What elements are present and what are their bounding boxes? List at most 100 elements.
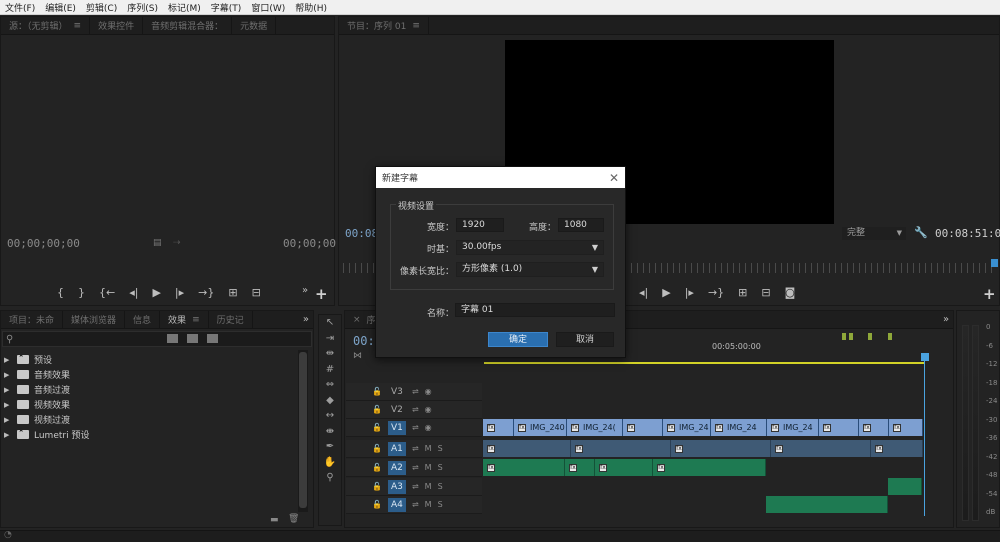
lock-icon[interactable]: 🔓 bbox=[372, 405, 382, 414]
slip-icon[interactable]: ↔ bbox=[319, 408, 341, 424]
playhead-marker-icon[interactable] bbox=[991, 259, 998, 267]
tab-metadata[interactable]: 元数据 bbox=[232, 17, 277, 34]
lock-icon[interactable]: 🔓 bbox=[372, 463, 382, 472]
mute-button[interactable]: M bbox=[425, 482, 432, 491]
close-icon[interactable]: × bbox=[353, 315, 361, 325]
eye-icon[interactable]: ◉ bbox=[425, 423, 432, 432]
solo-button[interactable]: S bbox=[438, 482, 443, 491]
video-clip[interactable]: fx bbox=[889, 419, 923, 436]
panel-menu-icon[interactable]: ≡ bbox=[192, 315, 200, 325]
play-icon[interactable]: ▶ bbox=[152, 286, 160, 299]
tab-effect-controls[interactable]: 效果控件 bbox=[90, 17, 144, 34]
tree-folder[interactable]: ▶ 视频过渡 bbox=[4, 412, 89, 427]
video-clip[interactable]: fx IMG_240 bbox=[514, 419, 567, 436]
camera-icon[interactable]: ◙ bbox=[785, 286, 796, 299]
tab-audio-clip-mixer[interactable]: 音频剪辑混合器： bbox=[143, 17, 233, 34]
source-timecode[interactable]: 00;00;00;00 bbox=[7, 237, 80, 250]
audio-clip[interactable]: fx bbox=[595, 459, 653, 476]
audio-clip[interactable]: fx bbox=[565, 459, 595, 476]
ripple-edit-icon[interactable]: ⇹ bbox=[319, 346, 341, 362]
marker-icon[interactable] bbox=[868, 333, 872, 340]
height-field[interactable]: 1080 bbox=[558, 218, 604, 232]
mute-button[interactable]: M bbox=[425, 463, 432, 472]
marker-icon[interactable] bbox=[842, 333, 846, 340]
video-clip[interactable]: fx bbox=[483, 419, 514, 436]
extract-icon[interactable]: ⊟ bbox=[761, 286, 770, 299]
effects-search-input[interactable]: ⚲ bbox=[2, 331, 312, 347]
video-clip[interactable]: fx bbox=[623, 419, 663, 436]
overwrite-icon[interactable]: ⊟ bbox=[252, 286, 261, 299]
audio-clip[interactable]: fx bbox=[483, 440, 571, 457]
audio-clip[interactable]: fx bbox=[571, 440, 671, 457]
play-icon[interactable]: ▶ bbox=[662, 286, 670, 299]
panel-menu-icon[interactable]: ≡ bbox=[412, 21, 420, 31]
tab-info[interactable]: 信息 bbox=[125, 311, 161, 328]
menu-item-7[interactable]: 帮助(H) bbox=[290, 1, 332, 14]
mute-button[interactable]: M bbox=[425, 444, 432, 453]
audio-clip[interactable]: fx bbox=[871, 440, 923, 457]
tab-history[interactable]: 历史记 bbox=[209, 311, 253, 328]
selection-tool-icon[interactable]: ↖ bbox=[319, 315, 341, 331]
sync-lock-icon[interactable]: ⇌ bbox=[412, 500, 419, 509]
menu-item-5[interactable]: 字幕(T) bbox=[206, 1, 247, 14]
expand-arrow-icon[interactable]: ▶ bbox=[4, 401, 12, 409]
track-target[interactable]: A4 bbox=[387, 497, 406, 512]
export-frame-icon[interactable]: ▤ bbox=[153, 238, 162, 248]
tree-folder[interactable]: ▶ 音频过渡 bbox=[4, 382, 89, 397]
timeline-timecode[interactable]: 00: bbox=[353, 334, 375, 348]
audio-clip[interactable]: fx bbox=[483, 459, 565, 476]
trash-icon[interactable]: 🗑 bbox=[288, 514, 299, 524]
audio-clip[interactable]: fx bbox=[671, 440, 771, 457]
step-back-icon[interactable]: ◂| bbox=[639, 286, 648, 299]
tree-folder[interactable]: ▶ 音频效果 bbox=[4, 367, 89, 382]
sync-lock-icon[interactable]: ⇌ bbox=[412, 423, 419, 432]
audio-clip[interactable]: fx bbox=[653, 459, 766, 476]
eye-icon[interactable]: ◉ bbox=[425, 405, 432, 414]
go-to-out-icon[interactable]: →} bbox=[198, 286, 214, 299]
accelerated-effects-icon[interactable] bbox=[167, 334, 178, 343]
tab-program[interactable]: 节目：序列 01 ≡ bbox=[339, 17, 429, 34]
playhead-icon[interactable] bbox=[921, 353, 929, 361]
track-select-icon[interactable]: ⇥ bbox=[319, 331, 341, 347]
step-forward-icon[interactable]: |▸ bbox=[175, 286, 184, 299]
sync-lock-icon[interactable]: ⇌ bbox=[412, 444, 419, 453]
panel-menu-icon[interactable]: » bbox=[943, 314, 949, 325]
32bit-effects-icon[interactable] bbox=[187, 334, 198, 343]
rate-stretch-icon[interactable]: ⇔ bbox=[319, 377, 341, 393]
pen-icon[interactable]: ✒ bbox=[319, 439, 341, 455]
tab-media-browser[interactable]: 媒体浏览器 bbox=[63, 311, 126, 328]
go-to-out-icon[interactable]: →} bbox=[708, 286, 724, 299]
tree-folder[interactable]: ▶ Lumetri 预设 bbox=[4, 426, 89, 442]
expand-arrow-icon[interactable]: ▶ bbox=[4, 386, 12, 394]
snap-icon[interactable]: ⋈ bbox=[353, 351, 362, 361]
drag-video-icon[interactable]: ⇢ bbox=[173, 238, 181, 248]
ok-button[interactable]: 确定 bbox=[488, 332, 548, 347]
video-clip[interactable]: fx IMG_24 bbox=[767, 419, 819, 436]
name-field[interactable]: 字幕 01 bbox=[455, 303, 615, 317]
track-target[interactable]: A3 bbox=[387, 479, 406, 494]
lock-icon[interactable]: 🔓 bbox=[372, 423, 382, 432]
cancel-button[interactable]: 取消 bbox=[556, 332, 614, 347]
menu-item-1[interactable]: 编辑(E) bbox=[40, 1, 81, 14]
menu-item-2[interactable]: 剪辑(C) bbox=[81, 1, 122, 14]
lock-icon[interactable]: 🔓 bbox=[372, 500, 382, 509]
step-forward-icon[interactable]: |▸ bbox=[685, 286, 694, 299]
video-clip[interactable]: fx IMG_24 bbox=[663, 419, 711, 436]
mark-in-icon[interactable]: { bbox=[57, 286, 64, 299]
mute-button[interactable]: M bbox=[425, 500, 432, 509]
lock-icon[interactable]: 🔓 bbox=[372, 482, 382, 491]
new-folder-icon[interactable]: ▬ bbox=[270, 515, 279, 525]
yuv-effects-icon[interactable] bbox=[207, 334, 218, 343]
expand-arrow-icon[interactable]: ▶ bbox=[4, 431, 12, 439]
expand-arrow-icon[interactable]: ▶ bbox=[4, 416, 12, 424]
tab-project[interactable]: 项目：未命 bbox=[1, 311, 64, 328]
step-back-icon[interactable]: ◂| bbox=[129, 286, 138, 299]
more-icon[interactable]: » bbox=[303, 314, 313, 325]
rolling-edit-icon[interactable]: # bbox=[319, 362, 341, 378]
expand-arrow-icon[interactable]: ▶ bbox=[4, 356, 12, 364]
add-button-icon[interactable]: + bbox=[983, 285, 996, 303]
lock-icon[interactable]: 🔓 bbox=[372, 387, 382, 396]
marker-icon[interactable] bbox=[888, 333, 892, 340]
video-clip[interactable]: fx IMG_24( bbox=[567, 419, 623, 436]
solo-button[interactable]: S bbox=[438, 444, 443, 453]
